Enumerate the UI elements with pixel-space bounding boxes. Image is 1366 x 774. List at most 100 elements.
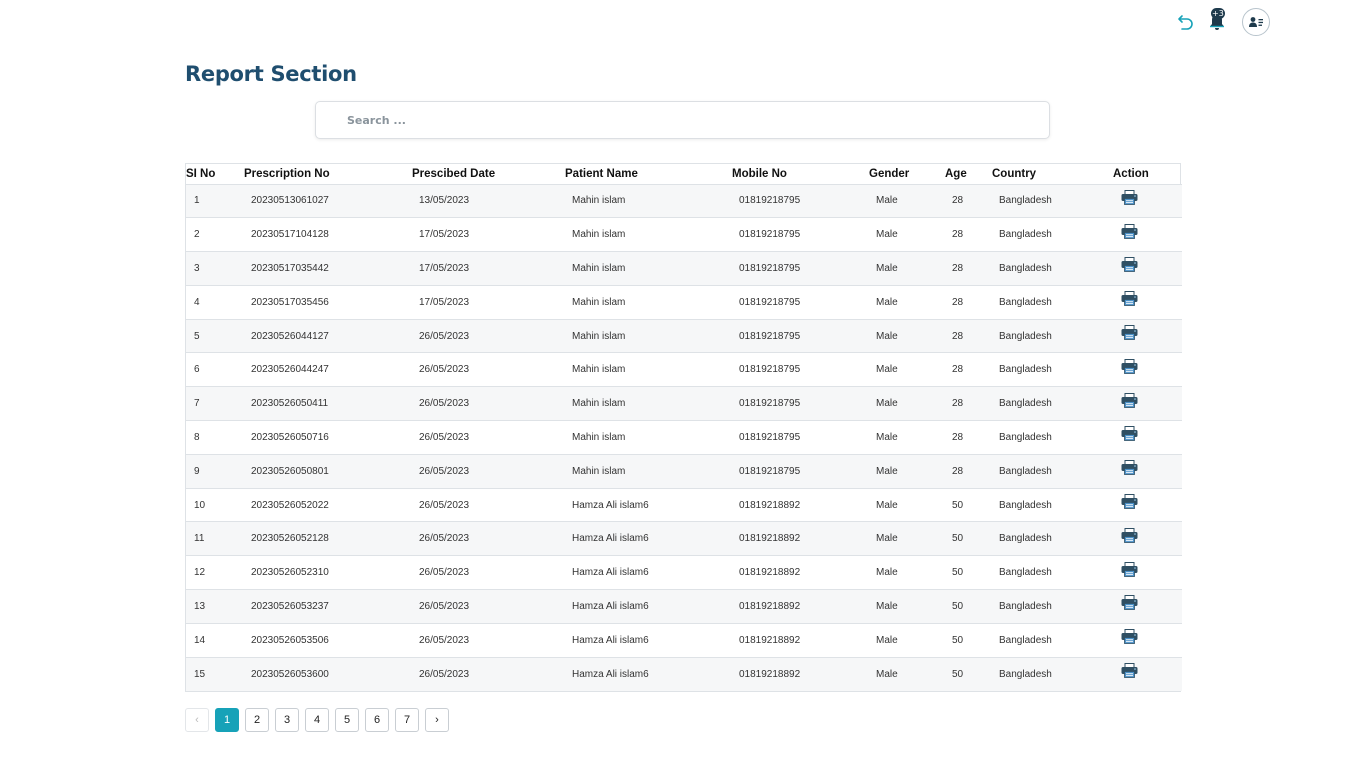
cell-age: 28 [945,318,992,353]
cell-prescription-no: 20230526044127 [244,318,412,353]
print-button[interactable] [1120,595,1138,611]
table-header-row: SI No Prescription No Prescibed Date Patien… [186,164,1182,184]
print-button[interactable] [1120,494,1138,510]
cell-gender: Male [869,217,945,252]
cell-mobile-no: 01819218795 [732,453,869,489]
page-button-7[interactable]: 7 [395,708,419,732]
cell-country: Bangladesh [992,217,1113,252]
table-body: 1 20230513061027 13/05/2023 Mahin islam 0181… [186,183,1182,691]
cell-age: 28 [945,284,992,320]
report-table: SI No Prescription No Prescibed Date Patien… [185,163,1182,692]
print-button[interactable] [1120,291,1138,307]
undo-icon [1178,15,1193,30]
print-button[interactable] [1120,527,1138,544]
table-row: 9 20230526050801 26/05/2023 Mahin islam 0181… [186,453,1182,489]
cell-sl-no: 6 [186,352,244,387]
table-row: 7 20230526050411 26/05/2023 Mahin islam 0181… [186,386,1182,421]
cell-action [1113,318,1182,353]
print-button[interactable] [1120,223,1138,240]
cell-country: Bangladesh [992,589,1113,624]
cell-country: Bangladesh [992,251,1113,286]
cell-gender: Male [869,352,945,387]
cell-gender: Male [869,622,945,658]
printer-icon [1121,358,1137,374]
cell-sl-no: 14 [186,622,244,658]
cell-mobile-no: 01819218892 [732,555,869,590]
printer-icon [1121,629,1137,645]
prev-page-button[interactable]: ‹ [185,708,209,732]
table-row: 4 20230517035456 17/05/2023 Mahin islam 0181… [186,284,1182,320]
cell-action [1113,352,1182,387]
cell-gender: Male [869,420,945,455]
page-button-1[interactable]: 1 [215,708,239,732]
print-button[interactable] [1120,392,1138,409]
cell-prescribed-date: 26/05/2023 [412,589,565,624]
undo-button[interactable] [1176,12,1196,32]
print-button[interactable] [1120,663,1138,679]
notifications-button[interactable]: +3 [1206,8,1228,34]
cell-mobile-no: 01819218795 [732,386,869,421]
cell-mobile-no: 01819218795 [732,284,869,320]
print-button[interactable] [1120,189,1138,206]
print-button[interactable] [1120,257,1138,273]
cell-action [1113,622,1182,658]
page-button-6[interactable]: 6 [365,708,389,732]
page-button-5[interactable]: 5 [335,708,359,732]
cell-action [1113,284,1182,320]
printer-icon [1121,257,1137,273]
print-button[interactable] [1120,325,1138,341]
cell-sl-no: 9 [186,453,244,489]
cell-patient-name: Hamza Ali islam6 [565,656,732,691]
cell-age: 50 [945,555,992,590]
table-row: 8 20230526050716 26/05/2023 Mahin islam 0181… [186,420,1182,455]
page-button-3[interactable]: 3 [275,708,299,732]
cell-sl-no: 8 [186,420,244,455]
cell-age: 50 [945,589,992,624]
cell-sl-no: 3 [186,251,244,286]
cell-action [1113,251,1182,286]
cell-prescribed-date: 26/05/2023 [412,386,565,421]
cell-action [1113,521,1182,556]
cell-sl-no: 15 [186,656,244,691]
cell-age: 28 [945,183,992,218]
user-profile-button[interactable] [1242,8,1270,36]
page-button-4[interactable]: 4 [305,708,329,732]
cell-age: 50 [945,521,992,556]
column-header-country: Country [992,167,1037,180]
cell-mobile-no: 01819218892 [732,487,869,522]
cell-gender: Male [869,589,945,624]
table-row: 6 20230526044247 26/05/2023 Mahin islam 0181… [186,352,1182,387]
cell-action [1113,589,1182,624]
cell-mobile-no: 01819218795 [732,352,869,387]
printer-icon [1121,494,1137,509]
cell-prescription-no: 20230526052022 [244,487,412,522]
search-input[interactable] [316,102,1049,138]
cell-prescribed-date: 26/05/2023 [412,555,565,590]
cell-country: Bangladesh [992,386,1113,421]
cell-prescribed-date: 26/05/2023 [412,656,565,691]
cell-country: Bangladesh [992,420,1113,455]
print-button[interactable] [1120,358,1138,375]
cell-prescribed-date: 17/05/2023 [412,284,565,320]
print-button[interactable] [1120,629,1138,645]
cell-mobile-no: 01819218892 [732,656,869,691]
page-button-2[interactable]: 2 [245,708,269,732]
cell-patient-name: Mahin islam [565,453,732,489]
cell-action [1113,386,1182,421]
cell-prescription-no: 20230526044247 [244,352,412,387]
cell-mobile-no: 01819218795 [732,420,869,455]
column-header-sl-no: SI No [186,167,216,180]
printer-icon [1121,291,1137,307]
cell-mobile-no: 01819218795 [732,217,869,252]
cell-age: 28 [945,217,992,252]
printer-icon [1121,460,1137,476]
cell-prescription-no: 20230526053506 [244,622,412,658]
cell-patient-name: Mahin islam [565,284,732,320]
print-button[interactable] [1120,426,1138,442]
print-button[interactable] [1120,460,1138,476]
printer-icon [1121,595,1137,611]
next-page-button[interactable]: › [425,708,449,732]
cell-patient-name: Mahin islam [565,183,732,218]
print-button[interactable] [1120,561,1138,578]
page-title: Report Section [185,62,357,86]
